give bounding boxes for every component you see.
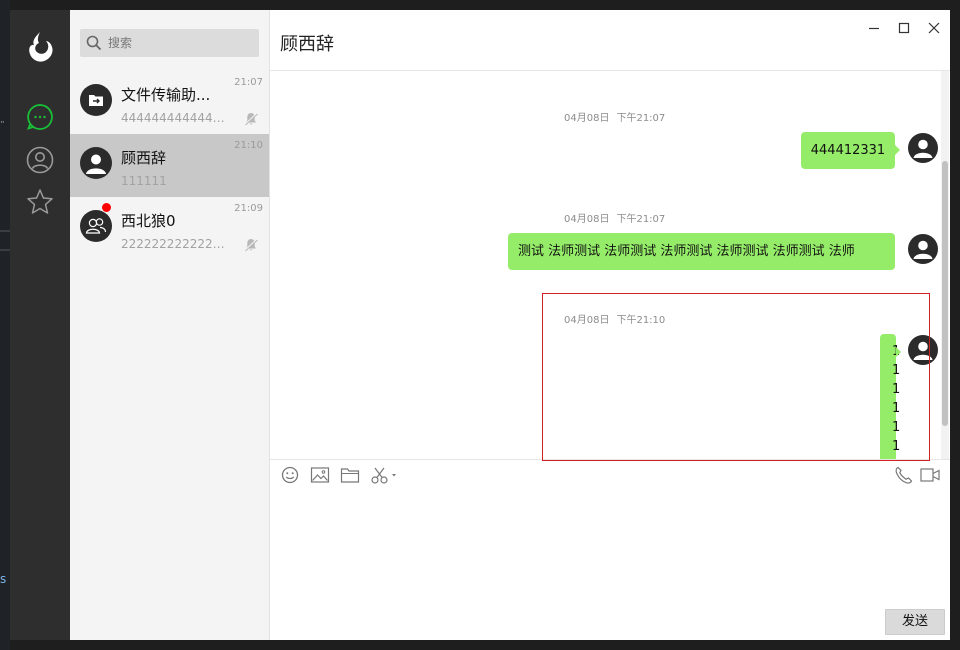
- conversation-item-guxici[interactable]: 顾西辞 111111 21:10: [70, 134, 269, 197]
- conversation-list: 文件传输助... 44444444444444... 21:07 顾西辞 111…: [70, 10, 270, 640]
- chat-header: 顾西辞: [270, 10, 950, 71]
- background-text: s: [0, 572, 7, 586]
- message-time: 下午21:07: [616, 214, 666, 225]
- chat-bubble-icon[interactable]: [25, 102, 55, 132]
- conversation-time: 21:09: [234, 203, 263, 214]
- video-call-icon[interactable]: [920, 466, 940, 484]
- message-bubble[interactable]: 444412331: [801, 132, 900, 169]
- conversation-time: 21:07: [234, 77, 263, 88]
- conversation-item-file-transfer[interactable]: 文件传输助... 44444444444444... 21:07: [70, 71, 269, 134]
- conversation-name: 顾西辞: [121, 149, 167, 167]
- contacts-icon[interactable]: [25, 145, 55, 175]
- message-line: 1: [892, 420, 901, 435]
- scrollbar-thumb[interactable]: [942, 161, 948, 426]
- message-time: 下午21:07: [616, 113, 666, 124]
- muted-bell-icon: [244, 238, 258, 252]
- message-input[interactable]: [278, 494, 942, 608]
- message-line: 1: [892, 439, 901, 454]
- desktop-background: ·· s: [0, 0, 10, 650]
- group-avatar-icon: [80, 210, 112, 242]
- message-line: 1: [892, 401, 901, 416]
- unread-badge: [102, 203, 111, 212]
- message-bubble[interactable]: 测试 法师测试 法师测试 法师测试 法师测试 法师测试 法师: [508, 233, 895, 270]
- background-text: ··: [0, 118, 5, 128]
- chat-app-window: 文件传输助... 44444444444444... 21:07 顾西辞 111…: [10, 10, 950, 640]
- search-input[interactable]: [108, 29, 253, 57]
- message-timestamp: 04月08日 下午21:10: [564, 311, 672, 326]
- app-logo-icon: [29, 32, 53, 62]
- send-button[interactable]: 发送: [885, 609, 945, 635]
- avatar[interactable]: [908, 234, 938, 264]
- user-avatar-icon: [913, 139, 933, 158]
- nav-sidebar: [10, 10, 70, 640]
- search-icon: [86, 35, 102, 51]
- screenshot-scissors-icon[interactable]: [370, 466, 398, 484]
- message-bubble[interactable]: 1 1 1 1 1 1: [880, 334, 901, 459]
- message-scrollbar[interactable]: [941, 71, 949, 459]
- message-date: 04月08日: [564, 113, 610, 124]
- emoji-icon[interactable]: [280, 466, 300, 484]
- message-timestamp: 04月08日 下午21:07: [564, 210, 672, 225]
- conversation-preview: 22222222222222...: [121, 237, 229, 251]
- message-time: 下午21:10: [616, 315, 666, 326]
- chat-title: 顾西辞: [280, 34, 334, 55]
- favorites-star-icon[interactable]: [25, 187, 55, 217]
- background-divider: [0, 230, 10, 232]
- avatar[interactable]: [908, 335, 938, 365]
- message-area: 04月08日 下午21:07 444412331 04月08日 下午21:07 测试…: [270, 71, 950, 459]
- close-icon[interactable]: [926, 20, 942, 36]
- message-line: 1: [892, 344, 901, 359]
- muted-bell-icon: [244, 112, 258, 126]
- chat-pane: 顾西辞 04月08日 下午21:07 444412331 04月08日 下午21…: [270, 10, 950, 640]
- search-box[interactable]: [80, 29, 259, 57]
- file-transfer-icon: [80, 84, 112, 116]
- maximize-icon[interactable]: [896, 20, 912, 36]
- image-icon[interactable]: [310, 466, 330, 484]
- conversation-preview: 44444444444444...: [121, 111, 229, 125]
- minimize-icon[interactable]: [866, 20, 882, 36]
- conversation-name: 西北狼0: [121, 212, 176, 230]
- message-line: 1: [892, 363, 901, 378]
- background-divider: [0, 249, 10, 251]
- conversation-name: 文件传输助...: [121, 86, 211, 104]
- conversation-time: 21:10: [234, 140, 263, 151]
- phone-call-icon[interactable]: [894, 466, 914, 484]
- user-avatar-icon: [80, 147, 112, 179]
- user-avatar-icon: [913, 240, 933, 259]
- conversation-preview: 111111: [121, 174, 167, 188]
- message-date: 04月08日: [564, 315, 610, 326]
- composer-toolbar: [270, 459, 950, 490]
- message-line: 1: [892, 382, 901, 397]
- avatar[interactable]: [908, 133, 938, 163]
- conversation-item-xibeilang[interactable]: 西北狼0 22222222222222... 21:09: [70, 197, 269, 260]
- folder-icon[interactable]: [340, 466, 360, 484]
- user-avatar-icon: [913, 341, 933, 360]
- message-date: 04月08日: [564, 214, 610, 225]
- message-timestamp: 04月08日 下午21:07: [564, 109, 672, 124]
